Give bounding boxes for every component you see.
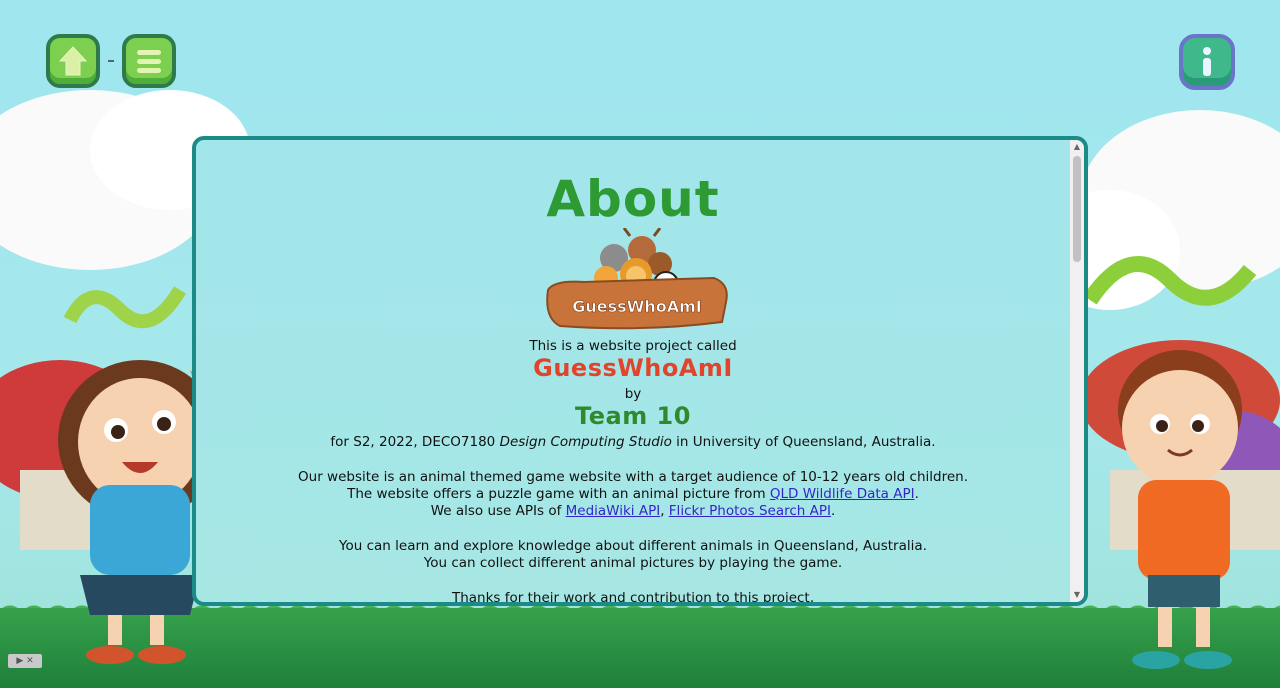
qld-wildlife-api-link[interactable]: QLD Wildlife Data API [770, 486, 915, 502]
about-content: About GuessWhoAmI This is a website proj… [196, 140, 1070, 602]
collect-text: You can collect different animal picture… [423, 555, 843, 571]
description-line-2: The website offers a puzzle game with an… [347, 486, 919, 502]
by-text: by [624, 386, 642, 402]
team-name: Team 10 [575, 402, 691, 430]
home-button[interactable] [46, 34, 100, 88]
learn-text: You can learn and explore knowledge abou… [339, 538, 927, 554]
flickr-api-link[interactable]: Flickr Photos Search API [669, 503, 831, 519]
scroll-thumb[interactable] [1073, 156, 1081, 262]
brand-name: GuessWhoAmI [533, 354, 733, 382]
panel-scrollbar[interactable]: ▲ ▼ [1070, 140, 1084, 602]
info-button[interactable] [1179, 34, 1235, 90]
course-name: Design Computing Studio [499, 434, 672, 450]
scroll-up-arrow[interactable]: ▲ [1070, 140, 1084, 154]
about-panel[interactable]: About GuessWhoAmI This is a website proj… [192, 136, 1088, 606]
mediawiki-api-link[interactable]: MediaWiki API [566, 503, 661, 519]
boy-character-image [1118, 350, 1242, 669]
guesswhoami-logo: GuessWhoAmI [546, 228, 728, 330]
media-control[interactable]: ▶ ✕ [8, 654, 42, 668]
svg-text:GuessWhoAmI: GuessWhoAmI [572, 297, 701, 316]
nav-separator [108, 60, 114, 62]
description-line-1: Our website is an animal themed game web… [298, 469, 968, 485]
course-line: for S2, 2022, DECO7180 Design Computing … [330, 434, 936, 450]
scroll-down-arrow[interactable]: ▼ [1070, 588, 1084, 602]
page-title: About [546, 170, 720, 228]
description-line-3: We also use APIs of MediaWiki API, Flick… [430, 503, 836, 519]
intro-text: This is a website project called [529, 338, 737, 354]
home-icon [58, 46, 88, 76]
menu-button[interactable] [122, 34, 176, 88]
info-icon [1203, 47, 1211, 76]
menu-icon [137, 50, 161, 73]
thanks-text: Thanks for their work and contribution t… [451, 590, 815, 606]
